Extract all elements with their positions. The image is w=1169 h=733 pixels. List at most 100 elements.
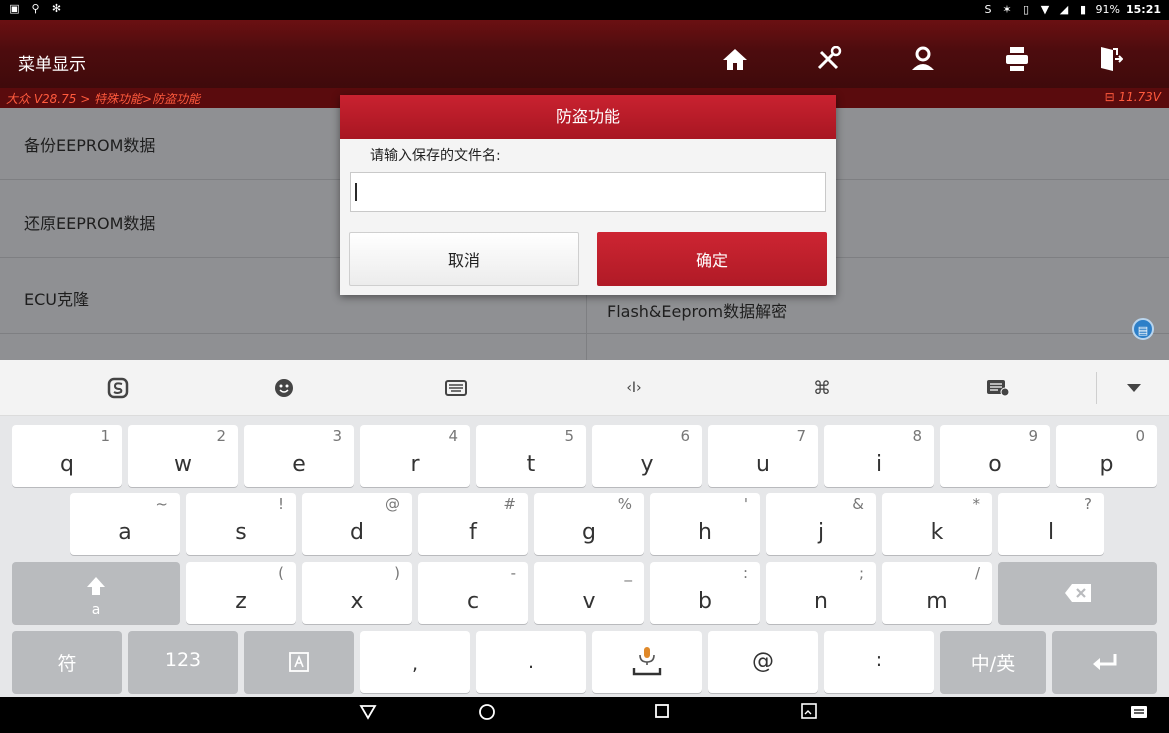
home-button[interactable] — [704, 34, 766, 84]
key-j[interactable]: & j — [766, 493, 876, 555]
symbols-key[interactable]: 符 — [12, 631, 122, 693]
screenshot-icon — [801, 703, 817, 719]
clipboard-button[interactable] — [968, 360, 1028, 416]
shift-sub-label: a — [91, 602, 101, 618]
exit-button[interactable] — [1080, 34, 1142, 84]
key-y[interactable]: 6y — [592, 425, 702, 487]
key-label: 123 — [164, 649, 202, 671]
key-b[interactable]: :b — [650, 562, 760, 624]
keyboard-switch-button[interactable] — [426, 360, 486, 416]
key-hint: % — [617, 495, 632, 513]
back-button[interactable] — [353, 703, 383, 727]
key-hint: ! — [277, 495, 284, 513]
at-key[interactable]: @ — [708, 631, 818, 693]
voltage-value: 11.73V — [1118, 90, 1161, 104]
emoji-button[interactable] — [254, 360, 314, 416]
key-f[interactable]: # f — [418, 493, 528, 555]
key-r[interactable]: 4r — [360, 425, 470, 487]
backspace-icon — [1065, 584, 1091, 602]
key-w[interactable]: 2w — [128, 425, 238, 487]
colon-key[interactable]: : — [824, 631, 934, 693]
space-key[interactable] — [592, 631, 702, 693]
backspace-key[interactable] — [998, 562, 1157, 624]
key-u[interactable]: 7u — [708, 425, 818, 487]
key-l[interactable]: ? l — [998, 493, 1104, 555]
collapse-keyboard-button[interactable] — [1104, 360, 1164, 416]
sogou-status-icon: S — [984, 3, 992, 16]
key-label: o — [988, 452, 1002, 477]
filename-input[interactable] — [350, 172, 826, 212]
key-x[interactable]: ) x — [302, 562, 412, 624]
comma-key[interactable]: , — [360, 631, 470, 693]
cursor-move-button[interactable]: ‹I› — [604, 360, 664, 416]
print-button[interactable] — [986, 34, 1048, 84]
key-label: 符 — [57, 653, 77, 675]
confirm-button[interactable]: 确定 — [597, 232, 827, 286]
microphone-icon — [632, 647, 662, 676]
soft-keyboard: 1q 2w 3e 4r 5t 6y 7u 8i 9o 0p ~ a ! s @ d #… — [0, 416, 1169, 697]
key-i[interactable]: 8i — [824, 425, 934, 487]
key-v[interactable]: _ v — [534, 562, 644, 624]
key-hint: 2 — [216, 427, 226, 445]
recents-square-icon — [655, 704, 669, 718]
key-hint: ~ — [155, 495, 168, 513]
keyboard-icon — [445, 380, 467, 396]
key-hint: 5 — [564, 427, 574, 445]
numbers-key[interactable]: 123 — [128, 631, 238, 693]
key-hint: 1 — [100, 427, 110, 445]
key-n[interactable]: ; n — [766, 562, 876, 624]
key-z[interactable]: (z — [186, 562, 296, 624]
shift-key[interactable]: a — [12, 562, 180, 624]
enter-key[interactable] — [1052, 631, 1157, 693]
keyboard-switch-nav-button[interactable] — [1124, 703, 1154, 727]
key-e[interactable]: 3e — [244, 425, 354, 487]
key-s[interactable]: ! s — [186, 493, 296, 555]
key-hint: ' — [743, 495, 748, 513]
cancel-button[interactable]: 取消 — [349, 232, 579, 286]
user-icon — [912, 46, 934, 70]
key-d[interactable]: @ d — [302, 493, 412, 555]
diagnose-tools-button[interactable] — [798, 34, 860, 84]
key-m[interactable]: / m — [882, 562, 992, 624]
status-bar: ▣ ⚲ ✻ S ✶ ▯ ▼ ◢ ▮ 91% 15:21 — [0, 0, 1169, 20]
key-hint: / — [974, 564, 980, 582]
key-label: i — [875, 452, 883, 477]
key-label: j — [817, 520, 825, 545]
floating-doc-button[interactable]: ▤ — [1132, 318, 1154, 340]
key-g[interactable]: % g — [534, 493, 644, 555]
key-c[interactable]: -c — [418, 562, 528, 624]
key-label: d — [350, 520, 364, 545]
screenshot-button[interactable] — [794, 703, 824, 727]
home-nav-button[interactable] — [472, 703, 502, 727]
emoji-icon — [275, 379, 293, 397]
sogou-logo-button[interactable] — [88, 360, 148, 416]
key-o[interactable]: 9o — [940, 425, 1050, 487]
case-toggle-key[interactable] — [244, 631, 354, 693]
key-label: z — [235, 589, 247, 614]
key-hint: _ — [624, 564, 633, 582]
key-q[interactable]: 1q — [12, 425, 122, 487]
enter-icon — [1093, 654, 1117, 670]
recents-button[interactable] — [647, 703, 677, 727]
voltage-indicator: ⊟ 11.73V — [1105, 90, 1161, 104]
key-h[interactable]: ' h — [650, 493, 760, 555]
menu-item-label: Flash&Eeprom数据解密 — [607, 302, 788, 321]
key-hint: : — [742, 564, 748, 582]
key-p[interactable]: 0p — [1056, 425, 1157, 487]
key-hint: 3 — [332, 427, 342, 445]
navigation-bar — [0, 697, 1169, 733]
cursor-move-icon: ‹I› — [626, 380, 642, 396]
wifi-icon: ▼ — [1040, 3, 1050, 16]
language-switch-key[interactable]: 中/英 — [940, 631, 1046, 693]
key-hint: ; — [858, 564, 864, 582]
key-label: x — [350, 589, 364, 614]
command-button[interactable]: ⌘ — [792, 360, 852, 416]
user-button[interactable] — [892, 34, 954, 84]
key-k[interactable]: * k — [882, 493, 992, 555]
battery-percent: 91% — [1095, 3, 1120, 16]
key-a[interactable]: ~ a — [70, 493, 180, 555]
key-t[interactable]: 5t — [476, 425, 586, 487]
period-key[interactable]: . — [476, 631, 586, 693]
key-label: . — [527, 651, 535, 673]
key-label: v — [582, 589, 596, 614]
